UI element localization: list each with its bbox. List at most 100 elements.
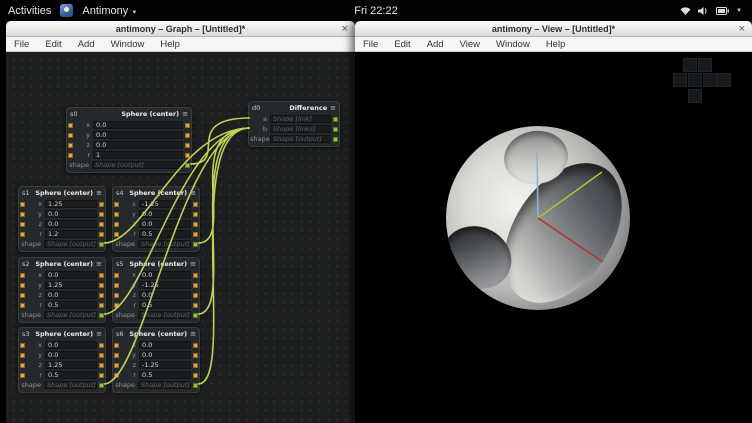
shape-output-field[interactable]: Shape [output] [138, 240, 191, 248]
output-connector[interactable] [99, 212, 104, 217]
output-connector[interactable] [185, 143, 190, 148]
node-menu-icon[interactable]: ≡ [190, 189, 196, 197]
shape-output-field[interactable]: Shape [output] [138, 381, 191, 389]
output-connector[interactable] [193, 363, 198, 368]
shape-output-connector[interactable] [193, 242, 198, 247]
output-connector[interactable] [193, 303, 198, 308]
output-connector[interactable] [99, 293, 104, 298]
wire-s4-to-b[interactable] [198, 128, 250, 243]
graph-titlebar[interactable]: antimony – Graph – [Untitled]* × [6, 21, 355, 37]
view-orientation-widget[interactable] [673, 58, 731, 104]
datum-value-field[interactable]: 0.0 [93, 141, 183, 149]
menu-add[interactable]: Add [419, 39, 452, 50]
datum-value-field[interactable]: 1.25 [45, 361, 97, 369]
menu-edit[interactable]: Edit [386, 39, 418, 50]
wire-s0-to-a[interactable] [190, 118, 250, 164]
datum-value-field[interactable]: 0.0 [139, 271, 191, 279]
shape-output-connector[interactable] [333, 137, 338, 142]
shape-connector[interactable] [333, 117, 338, 122]
datum-value-field[interactable]: 0.0 [139, 210, 191, 218]
output-connector[interactable] [99, 363, 104, 368]
menu-view[interactable]: View [452, 39, 488, 50]
output-connector[interactable] [185, 153, 190, 158]
shape-output-connector[interactable] [193, 383, 198, 388]
shape-output-field[interactable]: Shape [output] [270, 135, 331, 143]
close-icon[interactable]: × [342, 22, 348, 36]
datum-value-field[interactable]: 0.5 [139, 371, 191, 379]
wifi-icon[interactable] [680, 6, 691, 16]
shape-output-connector[interactable] [99, 242, 104, 247]
datum-value-field[interactable]: 1.25 [45, 281, 97, 289]
node-menu-icon[interactable]: ≡ [96, 260, 102, 268]
system-menu-arrow-icon[interactable]: ▼ [736, 8, 742, 14]
menu-file[interactable]: File [6, 39, 37, 50]
shape-output-field[interactable]: Shape [output] [44, 311, 97, 319]
output-connector[interactable] [99, 343, 104, 348]
datum-value-field[interactable]: 1.25 [45, 200, 97, 208]
output-connector[interactable] [193, 202, 198, 207]
input-a-field[interactable]: Shape [link] [270, 115, 331, 123]
datum-value-field[interactable]: 0.0 [139, 351, 191, 359]
output-connector[interactable] [99, 202, 104, 207]
datum-value-field[interactable]: -1.25 [139, 200, 191, 208]
output-connector[interactable] [99, 373, 104, 378]
node-menu-icon[interactable]: ≡ [190, 260, 196, 268]
output-connector[interactable] [193, 283, 198, 288]
output-connector[interactable] [193, 222, 198, 227]
output-connector[interactable] [193, 353, 198, 358]
datum-value-field[interactable]: 0.0 [139, 291, 191, 299]
datum-value-field[interactable]: 0.0 [45, 291, 97, 299]
datum-value-field[interactable]: 0.5 [45, 371, 97, 379]
output-connector[interactable] [193, 232, 198, 237]
input-b-field[interactable]: Shape [links] [270, 125, 331, 133]
output-connector[interactable] [193, 373, 198, 378]
datum-value-field[interactable]: 0.0 [93, 131, 183, 139]
datum-value-field[interactable]: 0.0 [45, 351, 97, 359]
battery-icon[interactable] [716, 7, 729, 15]
datum-value-field[interactable]: 0.5 [45, 301, 97, 309]
menu-file[interactable]: File [355, 39, 386, 50]
sphere-node[interactable]: s5 Sphere (center) ≡ x0.0y-1.25z0.0r0.5s… [112, 257, 200, 323]
datum-value-field[interactable]: 1 [93, 151, 183, 159]
difference-node[interactable]: d0 Difference ≡ a Shape [link] b Shape [… [248, 101, 340, 147]
datum-value-field[interactable]: 0.0 [93, 121, 183, 129]
shape-output-connector[interactable] [99, 383, 104, 388]
output-connector[interactable] [185, 133, 190, 138]
view-titlebar[interactable]: antimony – View – [Untitled]* × [355, 21, 752, 37]
shape-output-field[interactable]: Shape [output] [44, 381, 97, 389]
menu-window[interactable]: Window [488, 39, 538, 50]
node-menu-icon[interactable]: ≡ [190, 330, 196, 338]
sphere-node[interactable]: s4 Sphere (center) ≡ x-1.25y0.0z0.0r0.5s… [112, 186, 200, 252]
output-connector[interactable] [193, 212, 198, 217]
output-connector[interactable] [193, 273, 198, 278]
shape-output-field[interactable]: Shape [output] [138, 311, 191, 319]
datum-value-field[interactable]: 0.5 [139, 230, 191, 238]
shape-output-connector[interactable] [99, 313, 104, 318]
shape-connector[interactable] [333, 127, 338, 132]
datum-value-field[interactable]: 0.0 [139, 220, 191, 228]
output-connector[interactable] [99, 273, 104, 278]
output-connector[interactable] [99, 283, 104, 288]
node-menu-icon[interactable]: ≡ [96, 189, 102, 197]
wire-s5-to-b[interactable] [198, 128, 250, 314]
datum-value-field[interactable]: 0.0 [45, 210, 97, 218]
output-connector[interactable] [193, 293, 198, 298]
datum-value-field[interactable]: 0.0 [45, 341, 97, 349]
sphere-node[interactable]: s6 Sphere (center) ≡ x0.0y0.0z-1.25r0.5s… [112, 327, 200, 393]
menu-edit[interactable]: Edit [37, 39, 69, 50]
datum-value-field[interactable]: 1.2 [45, 230, 97, 238]
shape-output-field[interactable]: Shape [output] [92, 161, 183, 169]
output-connector[interactable] [99, 303, 104, 308]
shape-output-connector[interactable] [193, 313, 198, 318]
graph-canvas[interactable]: d0 Difference ≡ a Shape [link] b Shape [… [6, 52, 355, 423]
wire-s6-to-b[interactable] [198, 128, 250, 384]
datum-value-field[interactable]: 0.0 [45, 220, 97, 228]
output-connector[interactable] [99, 232, 104, 237]
output-connector[interactable] [193, 343, 198, 348]
menu-window[interactable]: Window [103, 39, 153, 50]
datum-value-field[interactable]: 0.0 [45, 271, 97, 279]
activities-button[interactable]: Activities [8, 5, 51, 17]
menu-add[interactable]: Add [70, 39, 103, 50]
node-menu-icon[interactable]: ≡ [182, 110, 188, 118]
node-menu-icon[interactable]: ≡ [330, 104, 336, 112]
